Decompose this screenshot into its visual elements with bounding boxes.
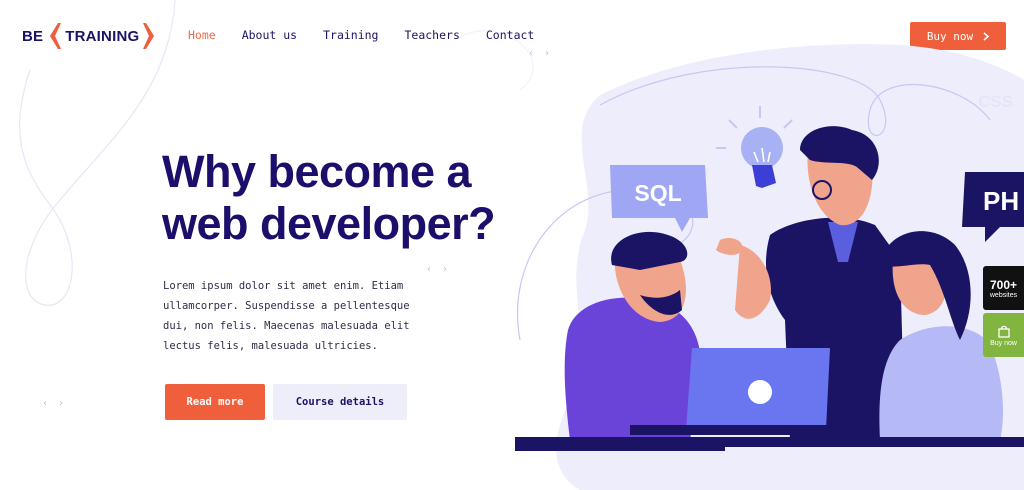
chevron-left-icon: [50, 23, 62, 49]
desk: [515, 437, 1024, 447]
nav-item-about-us[interactable]: About us: [242, 28, 297, 42]
nav-item-training[interactable]: Training: [323, 28, 378, 42]
side-buy-now-label: Buy now: [990, 339, 1017, 347]
php-bubble-text: PH: [983, 186, 1019, 216]
nav-item-home[interactable]: Home: [188, 28, 216, 42]
brand-right-text: TRAINING: [65, 27, 140, 45]
hero-description: Lorem ipsum dolor sit amet enim. Etiam u…: [163, 280, 410, 352]
code-brackets-icon: ‹ ›: [42, 398, 67, 409]
websites-count: 700+: [989, 277, 1018, 292]
hero-title: Why become a web developer?: [162, 146, 496, 249]
code-brackets-icon: ‹ ›: [426, 264, 451, 275]
course-details-button[interactable]: Course details: [273, 384, 407, 420]
brand-logo[interactable]: BE TRAINING: [22, 22, 161, 50]
chevron-right-icon: [143, 23, 155, 49]
read-more-button[interactable]: Read more: [165, 384, 265, 420]
css-bubble-text: CSS: [978, 92, 1013, 111]
brand-left-text: BE: [22, 27, 44, 45]
sql-bubble-text: SQL: [634, 180, 681, 206]
side-buy-now-widget[interactable]: Buy now: [983, 313, 1024, 357]
nav-item-teachers[interactable]: Teachers: [404, 28, 459, 42]
shopping-bag-icon: [997, 325, 1010, 338]
websites-count-widget[interactable]: 700+ websites: [983, 266, 1024, 310]
websites-label: websites: [989, 291, 1018, 299]
hero-illustration: CSS SQL PH: [515, 44, 1024, 490]
